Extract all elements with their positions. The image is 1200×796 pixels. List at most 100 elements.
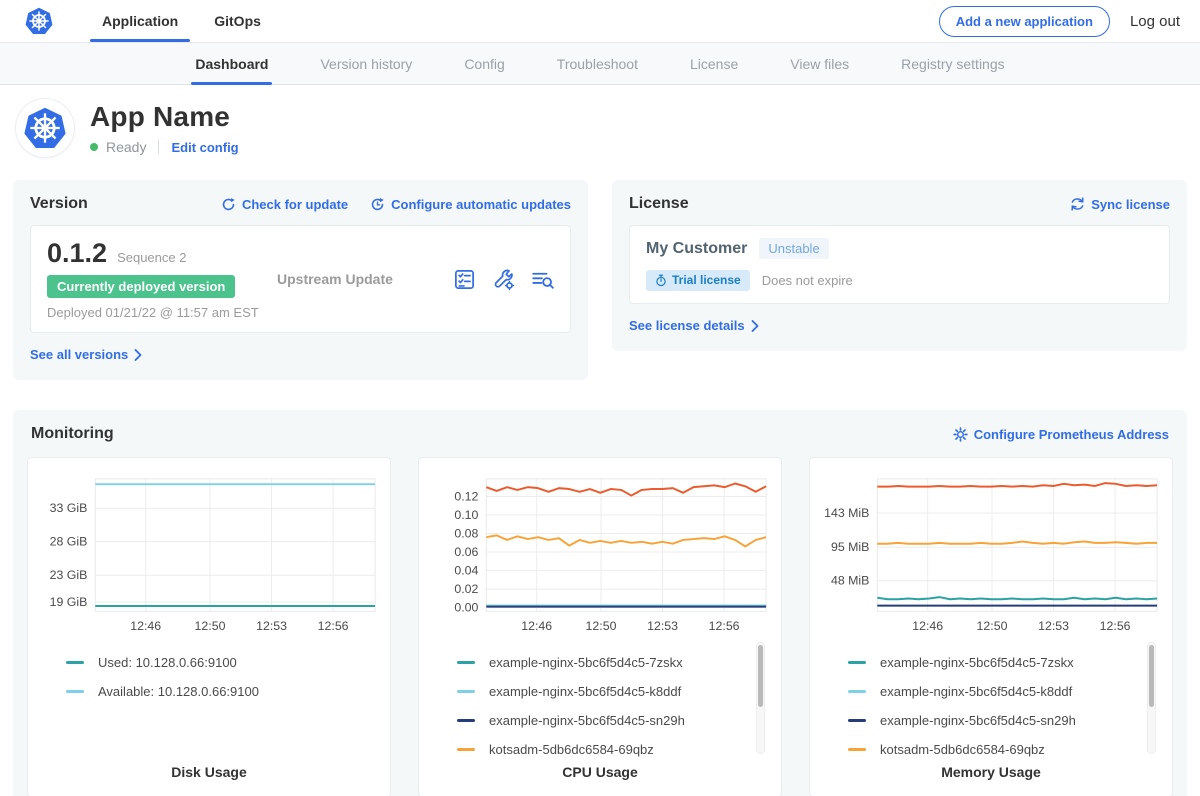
clock-refresh-icon bbox=[370, 197, 385, 212]
chevron-right-icon bbox=[751, 320, 759, 332]
topnav-tabs: ApplicationGitOps bbox=[84, 0, 279, 42]
legend-dash-icon bbox=[848, 719, 866, 722]
app-name-title: App Name bbox=[90, 101, 239, 133]
legend-item-available-10-128-0-66-9100[interactable]: Available: 10.128.0.66:9100 bbox=[66, 677, 356, 706]
legend-item-example-nginx-5bc6f5d4c5-7zskx[interactable]: example-nginx-5bc6f5d4c5-7zskx bbox=[457, 648, 747, 677]
trial-license-badge: Trial license bbox=[646, 270, 750, 291]
top-nav: ApplicationGitOps Add a new application … bbox=[0, 0, 1200, 42]
subnav-tab-version-history[interactable]: Version history bbox=[294, 43, 438, 84]
kubernetes-app-icon bbox=[22, 105, 68, 151]
legend-label: example-nginx-5bc6f5d4c5-k8ddf bbox=[880, 684, 1072, 699]
subnav-tab-dashboard[interactable]: Dashboard bbox=[169, 43, 294, 84]
version-source: Upstream Update bbox=[277, 271, 453, 287]
legend-item-kotsadm-5db6dc6584-69qbz[interactable]: kotsadm-5db6dc6584-69qbz bbox=[848, 735, 1138, 764]
svg-text:12:53: 12:53 bbox=[647, 619, 678, 633]
version-card-title: Version bbox=[30, 195, 88, 213]
kubernetes-logo-icon[interactable] bbox=[24, 6, 54, 36]
app-avatar bbox=[16, 99, 74, 157]
deployed-timestamp: Deployed 01/21/22 @ 11:57 am EST bbox=[47, 305, 277, 320]
svg-text:12:53: 12:53 bbox=[1038, 619, 1069, 633]
subnav-tab-registry-settings[interactable]: Registry settings bbox=[875, 43, 1030, 84]
legend-item-used-10-128-0-66-9100[interactable]: Used: 10.128.0.66:9100 bbox=[66, 648, 356, 677]
legend-scrollbar-track[interactable] bbox=[1147, 642, 1156, 754]
version-sequence: Sequence 2 bbox=[117, 250, 186, 265]
legend-dash-icon bbox=[457, 690, 475, 693]
legend-label: kotsadm-5db6dc6584-69qbz bbox=[489, 742, 654, 757]
svg-text:0.06: 0.06 bbox=[454, 545, 478, 559]
subnav-tab-troubleshoot[interactable]: Troubleshoot bbox=[531, 43, 664, 84]
legend-label: example-nginx-5bc6f5d4c5-k8ddf bbox=[489, 684, 681, 699]
svg-text:12:50: 12:50 bbox=[195, 619, 226, 633]
legend-item-example-nginx-5bc6f5d4c5-7zskx[interactable]: example-nginx-5bc6f5d4c5-7zskx bbox=[848, 648, 1138, 677]
disk-usage-title: Disk Usage bbox=[36, 764, 382, 784]
legend-dash-icon bbox=[848, 748, 866, 751]
add-application-button[interactable]: Add a new application bbox=[939, 6, 1110, 37]
legend-label: example-nginx-5bc6f5d4c5-7zskx bbox=[489, 655, 683, 670]
see-license-details-link[interactable]: See license details bbox=[629, 318, 759, 333]
legend-scrollbar-thumb[interactable] bbox=[758, 645, 763, 707]
check-for-update-link[interactable]: Check for update bbox=[221, 197, 348, 212]
configure-automatic-updates-link[interactable]: Configure automatic updates bbox=[370, 197, 571, 212]
monitoring-charts: 12:46 12:50 12:53 12:56 33 GiB 28 GiB 23 GiB 19… bbox=[27, 457, 1173, 796]
svg-text:12:53: 12:53 bbox=[256, 619, 287, 633]
svg-text:12:46: 12:46 bbox=[521, 619, 552, 633]
svg-text:12:56: 12:56 bbox=[709, 619, 740, 633]
config-wrench-icon[interactable] bbox=[492, 268, 515, 291]
version-card: Version Check for update bbox=[13, 180, 588, 380]
monitoring-title: Monitoring bbox=[31, 425, 114, 443]
svg-text:12:56: 12:56 bbox=[318, 619, 349, 633]
legend-dash-icon bbox=[457, 719, 475, 722]
svg-text:23 GiB: 23 GiB bbox=[50, 568, 88, 582]
legend-item-example-nginx-5bc6f5d4c5-k8ddf[interactable]: example-nginx-5bc6f5d4c5-k8ddf bbox=[848, 677, 1138, 706]
legend-dash-icon bbox=[66, 690, 84, 693]
stopwatch-icon bbox=[655, 274, 667, 287]
legend-scrollbar-thumb[interactable] bbox=[1149, 645, 1154, 707]
currently-deployed-badge: Currently deployed version bbox=[47, 275, 235, 298]
svg-text:12:46: 12:46 bbox=[130, 619, 161, 633]
svg-text:0.12: 0.12 bbox=[454, 489, 478, 503]
license-expiry: Does not expire bbox=[762, 273, 853, 288]
topnav-right: Add a new application Log out bbox=[939, 6, 1180, 37]
version-number: 0.1.2 bbox=[47, 238, 107, 269]
view-diff-icon[interactable] bbox=[531, 268, 554, 291]
subnav-tab-config[interactable]: Config bbox=[438, 43, 530, 84]
legend-item-example-nginx-5bc6f5d4c5-sn29h[interactable]: example-nginx-5bc6f5d4c5-sn29h bbox=[457, 706, 747, 735]
legend-scrollbar-track[interactable] bbox=[756, 642, 765, 754]
topnav-tab-application[interactable]: Application bbox=[84, 0, 196, 42]
gear-icon bbox=[953, 427, 968, 442]
subnav-tab-license[interactable]: License bbox=[664, 43, 764, 84]
logout-link[interactable]: Log out bbox=[1130, 13, 1180, 30]
app-header: App Name Ready Edit config bbox=[0, 85, 1200, 169]
status-dot-icon bbox=[90, 143, 98, 151]
status-text: Ready bbox=[106, 139, 146, 155]
subnav-tab-view-files[interactable]: View files bbox=[764, 43, 875, 84]
svg-text:19 GiB: 19 GiB bbox=[50, 595, 88, 609]
see-all-versions-link[interactable]: See all versions bbox=[30, 347, 142, 362]
current-version-card: 0.1.2 Sequence 2 Currently deployed vers… bbox=[30, 225, 571, 333]
legend-item-kotsadm-5db6dc6584-69qbz[interactable]: kotsadm-5db6dc6584-69qbz bbox=[457, 735, 747, 764]
disk-usage-chart-card: 12:46 12:50 12:53 12:56 33 GiB 28 GiB 23 GiB 19… bbox=[27, 457, 391, 796]
divider bbox=[158, 140, 159, 154]
chevron-right-icon bbox=[134, 349, 142, 361]
legend-item-example-nginx-5bc6f5d4c5-k8ddf[interactable]: example-nginx-5bc6f5d4c5-k8ddf bbox=[457, 677, 747, 706]
svg-text:0.04: 0.04 bbox=[454, 564, 478, 578]
preflight-checklist-icon[interactable] bbox=[453, 268, 476, 291]
svg-text:0.00: 0.00 bbox=[454, 601, 478, 615]
svg-text:0.10: 0.10 bbox=[454, 508, 478, 522]
legend-label: example-nginx-5bc6f5d4c5-7zskx bbox=[880, 655, 1074, 670]
svg-text:12:56: 12:56 bbox=[1100, 619, 1131, 633]
sync-license-link[interactable]: Sync license bbox=[1070, 197, 1170, 212]
legend-item-example-nginx-5bc6f5d4c5-sn29h[interactable]: example-nginx-5bc6f5d4c5-sn29h bbox=[848, 706, 1138, 735]
svg-text:28 GiB: 28 GiB bbox=[50, 535, 88, 549]
topnav-tab-gitops[interactable]: GitOps bbox=[196, 0, 279, 42]
app-sub-nav: DashboardVersion historyConfigTroublesho… bbox=[0, 42, 1200, 85]
license-detail-card: My Customer Unstable Trial license Does … bbox=[629, 225, 1170, 304]
svg-text:33 GiB: 33 GiB bbox=[50, 501, 88, 515]
edit-config-link[interactable]: Edit config bbox=[171, 140, 238, 155]
legend-dash-icon bbox=[66, 661, 84, 664]
configure-prometheus-link[interactable]: Configure Prometheus Address bbox=[953, 427, 1169, 442]
svg-text:0.02: 0.02 bbox=[454, 582, 478, 596]
legend-label: example-nginx-5bc6f5d4c5-sn29h bbox=[489, 713, 685, 728]
memory-usage-plot: 12:4612:5012:5312:56143 MiB95 MiB48 MiB bbox=[818, 468, 1164, 638]
legend-label: kotsadm-5db6dc6584-69qbz bbox=[880, 742, 1045, 757]
